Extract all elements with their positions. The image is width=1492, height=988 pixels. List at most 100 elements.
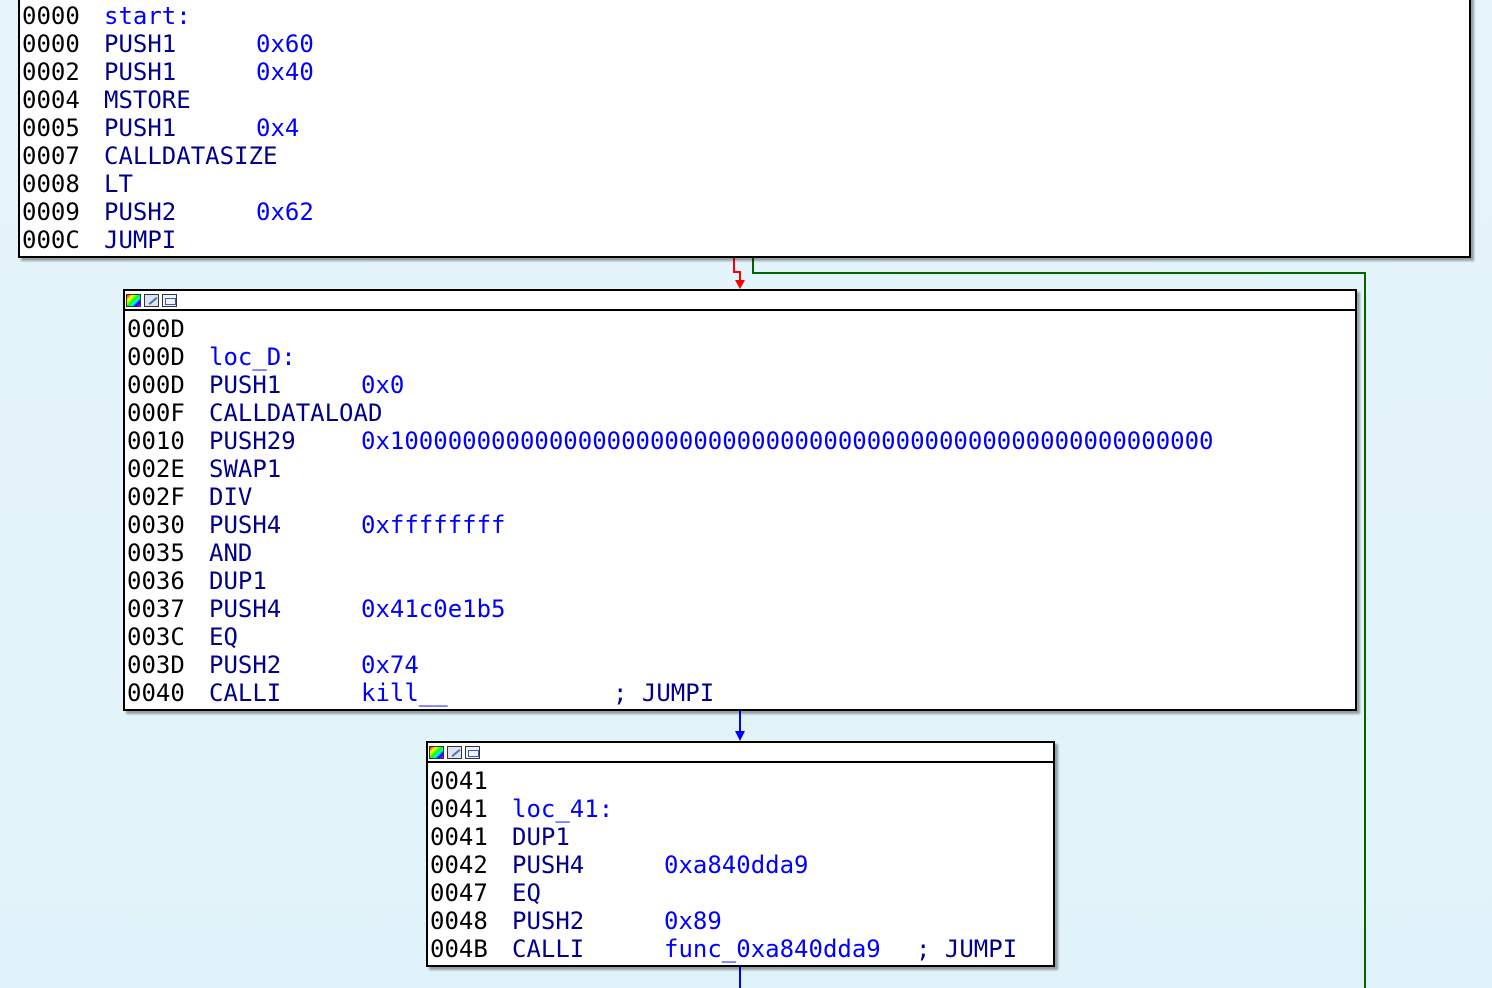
asm-line[interactable]: 0048 PUSH2 0x89: [430, 907, 1053, 935]
asm-line[interactable]: 000D PUSH1 0x0: [127, 371, 1355, 399]
instruction-address: 0037: [127, 595, 185, 623]
instruction-address: 0041: [430, 823, 488, 851]
instruction-operand[interactable]: 0x60: [256, 30, 314, 58]
instruction-mnemonic: SWAP1: [209, 455, 282, 483]
asm-line[interactable]: 000D loc_D:: [127, 343, 1355, 371]
instruction-mnemonic: PUSH4: [209, 511, 282, 539]
asm-line[interactable]: 0030 PUSH4 0xffffffff: [127, 511, 1355, 539]
color-palette-icon[interactable]: [429, 745, 444, 759]
instruction-address: 0010: [127, 427, 185, 455]
graph-view-icon[interactable]: [162, 293, 177, 307]
asm-line[interactable]: 0036 DUP1: [127, 567, 1355, 595]
block-loc-d[interactable]: 000D 000D loc_D: 000D PUSH1 0x0 000F CALLDATALO…: [123, 289, 1357, 711]
asm-line[interactable]: 002F DIV: [127, 483, 1355, 511]
instruction-operand[interactable]: 0xa840dda9: [664, 851, 809, 879]
instruction-address: 003D: [127, 651, 185, 679]
asm-line[interactable]: 0047 EQ: [430, 879, 1053, 907]
instruction-address: 0007: [22, 142, 80, 170]
instruction-address: 003C: [127, 623, 185, 651]
instruction-address: 0030: [127, 511, 185, 539]
block-start-lines: 0000 start: 0000 PUSH1 0x60 0002 PUSH1 0x40 0004…: [20, 0, 1469, 254]
asm-line[interactable]: 0004 MSTORE: [22, 86, 1469, 114]
instruction-mnemonic: PUSH1: [104, 58, 177, 86]
instruction-operand[interactable]: 0x4: [256, 114, 299, 142]
instruction-address: 0042: [430, 851, 488, 879]
asm-line[interactable]: 0002 PUSH1 0x40: [22, 58, 1469, 86]
asm-line[interactable]: 003C EQ: [127, 623, 1355, 651]
asm-line[interactable]: 000F CALLDATALOAD: [127, 399, 1355, 427]
instruction-operand[interactable]: 0x62: [256, 198, 314, 226]
asm-line[interactable]: 0037 PUSH4 0x41c0e1b5: [127, 595, 1355, 623]
instruction-address: 000D: [127, 371, 185, 399]
instruction-address: 002F: [127, 483, 185, 511]
instruction-address: 000D: [127, 315, 185, 343]
instruction-address: 002E: [127, 455, 185, 483]
asm-line[interactable]: 0041 loc_41:: [430, 795, 1053, 823]
asm-line[interactable]: 0010 PUSH29 0x1000000000000000000000000000…: [127, 427, 1355, 455]
instruction-address: 004B: [430, 935, 488, 963]
asm-line[interactable]: 0041: [430, 767, 1053, 795]
block-loc-d-title-bar: [125, 291, 1355, 311]
asm-line[interactable]: 0035 AND: [127, 539, 1355, 567]
instruction-operand[interactable]: 0x89: [664, 907, 722, 935]
block-start[interactable]: 0000 start: 0000 PUSH1 0x60 0002 PUSH1 0x40 0004…: [18, 0, 1471, 258]
asm-line[interactable]: 0040 CALLI kill__ ; JUMPI: [127, 679, 1355, 707]
instruction-address: 000F: [127, 399, 185, 427]
instruction-operand[interactable]: 0x40: [256, 58, 314, 86]
instruction-mnemonic: CALLDATASIZE: [104, 142, 278, 170]
instruction-comment: ; JUMPI: [613, 679, 715, 707]
instruction-mnemonic: PUSH2: [104, 198, 177, 226]
asm-line[interactable]: 000D: [127, 315, 1355, 343]
instruction-mnemonic: LT: [104, 170, 133, 198]
code-label[interactable]: loc_D:: [209, 343, 296, 371]
asm-line[interactable]: 0009 PUSH2 0x62: [22, 198, 1469, 226]
instruction-mnemonic: PUSH1: [104, 114, 177, 142]
instruction-mnemonic: EQ: [512, 879, 541, 907]
instruction-mnemonic: PUSH29: [209, 427, 296, 455]
instruction-mnemonic: PUSH2: [512, 907, 585, 935]
asm-line[interactable]: 000C JUMPI: [22, 226, 1469, 254]
instruction-address: 0041: [430, 795, 488, 823]
asm-line[interactable]: 0042 PUSH4 0xa840dda9: [430, 851, 1053, 879]
graph-view-icon[interactable]: [465, 745, 480, 759]
edit-pencil-icon[interactable]: [144, 293, 159, 307]
instruction-mnemonic: MSTORE: [104, 86, 191, 114]
instruction-mnemonic: CALLDATALOAD: [209, 399, 383, 427]
asm-line[interactable]: 0041 DUP1: [430, 823, 1053, 851]
asm-line[interactable]: 0000 start:: [22, 2, 1469, 30]
instruction-address: 0041: [430, 767, 488, 795]
instruction-mnemonic: CALLI: [209, 679, 282, 707]
asm-line[interactable]: 0005 PUSH1 0x4: [22, 114, 1469, 142]
instruction-operand[interactable]: 0x41c0e1b5: [361, 595, 506, 623]
block-loc-d-lines: 000D 000D loc_D: 000D PUSH1 0x0 000F CALLDATALO…: [125, 311, 1355, 707]
asm-line[interactable]: 004B CALLI func_0xa840dda9 ; JUMPI: [430, 935, 1053, 963]
instruction-operand[interactable]: func_0xa840dda9: [664, 935, 881, 963]
asm-line[interactable]: 003D PUSH2 0x74: [127, 651, 1355, 679]
instruction-address: 0002: [22, 58, 80, 86]
instruction-mnemonic: DIV: [209, 483, 253, 511]
color-palette-icon[interactable]: [126, 293, 141, 307]
asm-line[interactable]: 0000 PUSH1 0x60: [22, 30, 1469, 58]
instruction-operand[interactable]: 0x10000000000000000000000000000000000000…: [361, 427, 1214, 455]
instruction-operand[interactable]: kill__: [361, 679, 448, 707]
code-label[interactable]: start:: [104, 2, 191, 30]
code-label[interactable]: loc_41:: [512, 795, 613, 823]
instruction-mnemonic: PUSH1: [104, 30, 177, 58]
instruction-mnemonic: PUSH4: [512, 851, 585, 879]
instruction-operand[interactable]: 0x74: [361, 651, 419, 679]
edge-loc-d-to-loc-41-arrow: [735, 731, 745, 741]
edit-pencil-icon[interactable]: [447, 745, 462, 759]
instruction-address: 000C: [22, 226, 80, 254]
asm-line[interactable]: 0007 CALLDATASIZE: [22, 142, 1469, 170]
asm-line[interactable]: 0008 LT: [22, 170, 1469, 198]
instruction-mnemonic: PUSH2: [209, 651, 282, 679]
instruction-address: 000D: [127, 343, 185, 371]
instruction-address: 0004: [22, 86, 80, 114]
instruction-address: 0005: [22, 114, 80, 142]
asm-line[interactable]: 002E SWAP1: [127, 455, 1355, 483]
instruction-operand[interactable]: 0x0: [361, 371, 404, 399]
block-loc-41-lines: 0041 0041 loc_41: 0041 DUP1 0042 PUSH4 0xa840dd…: [428, 763, 1053, 963]
instruction-operand[interactable]: 0xffffffff: [361, 511, 506, 539]
block-loc-41[interactable]: 0041 0041 loc_41: 0041 DUP1 0042 PUSH4 0xa840dd…: [426, 741, 1055, 967]
instruction-comment: ; JUMPI: [916, 935, 1018, 963]
